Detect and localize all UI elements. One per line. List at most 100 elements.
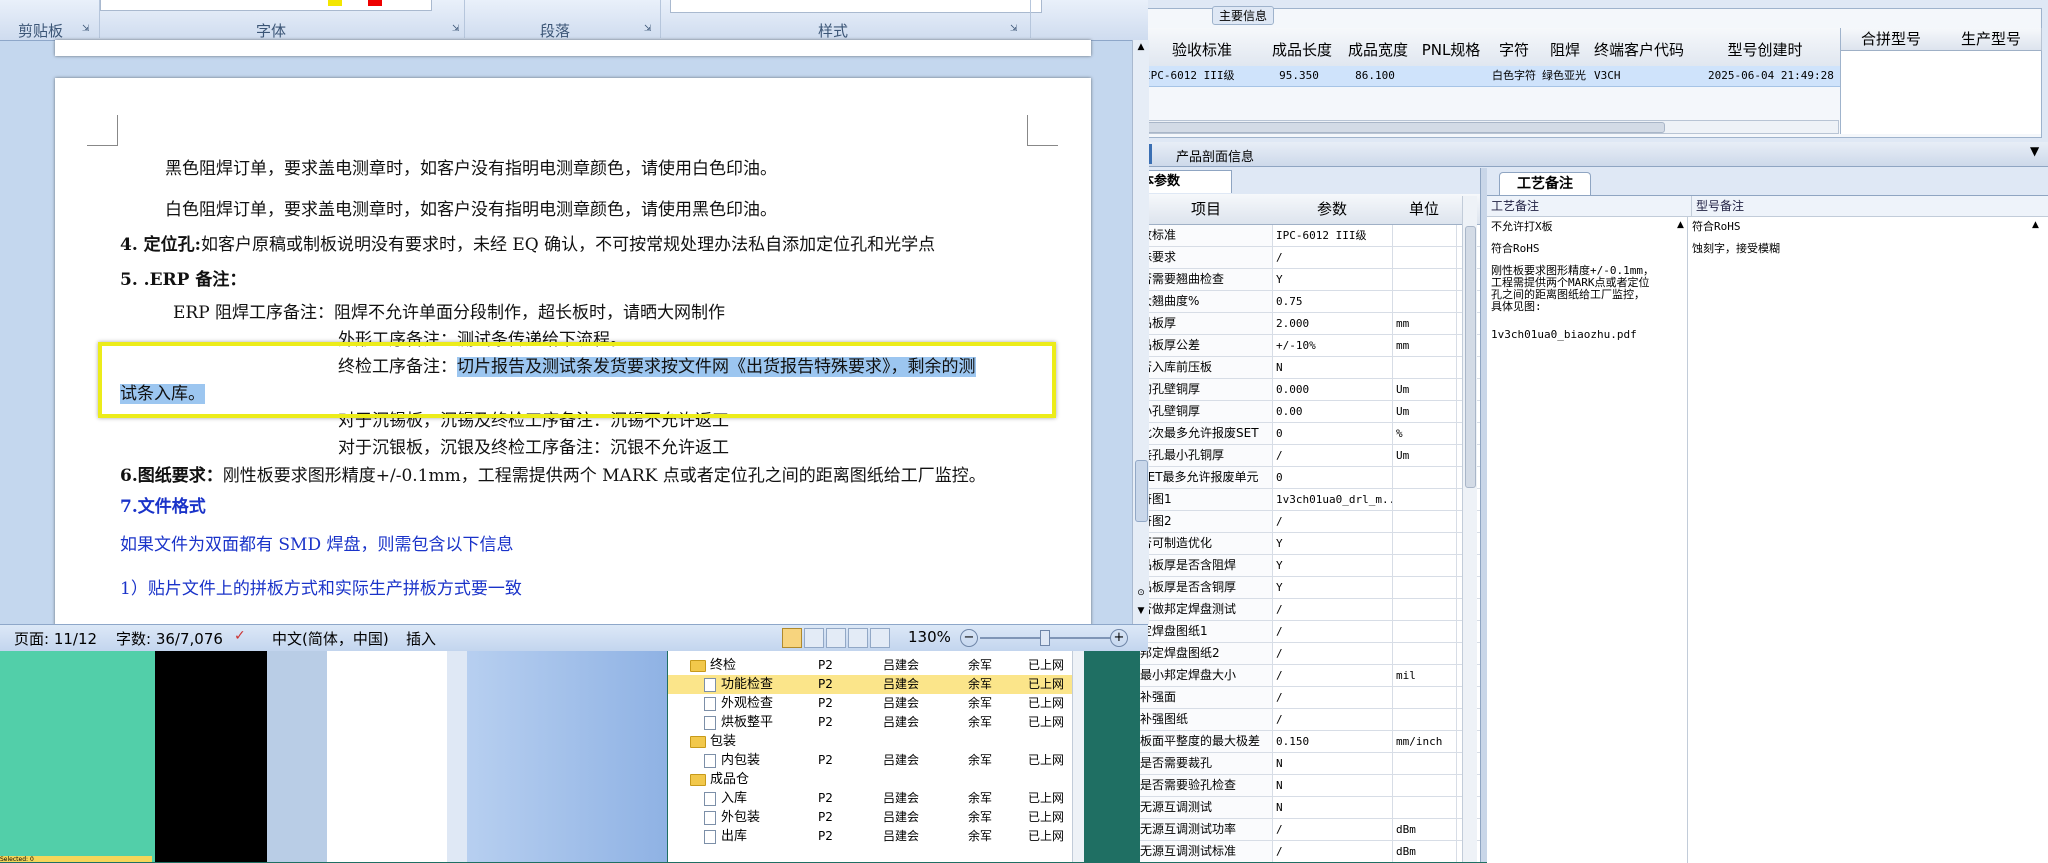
prop-row[interactable]: 否入库前压板NY <box>1140 357 1480 379</box>
tree-node[interactable]: 功能检查 <box>704 675 773 694</box>
tree-row[interactable]: 终检 P2 吕建会 余军 已上网 <box>668 656 1083 675</box>
paragraph-tools[interactable] <box>470 0 580 10</box>
prop-row[interactable]: 定焊盘图纸1/Y <box>1140 621 1480 643</box>
reading-view-icon[interactable] <box>804 628 824 648</box>
prop-row[interactable]: 殊要求/Y <box>1140 247 1480 269</box>
prop-row[interactable]: 否做邦定焊盘测试/Y <box>1140 599 1480 621</box>
prop-value[interactable]: 0 <box>1274 467 1393 488</box>
tab-craft-notes[interactable]: 工艺备注 <box>1499 172 1591 195</box>
print-layout-icon[interactable] <box>782 628 802 648</box>
tree-node[interactable]: 终检 <box>690 656 736 675</box>
tree-node[interactable]: 成品仓 <box>690 770 749 789</box>
grid-hscroll[interactable] <box>1140 120 1839 134</box>
prop-value[interactable]: / <box>1274 511 1393 532</box>
prop-row[interactable]: 品板厚2.000mmY <box>1140 313 1480 335</box>
prop-value[interactable]: 1v3ch01ua0_drl_m... <box>1274 489 1393 510</box>
draft-view-icon[interactable] <box>870 628 890 648</box>
prop-row[interactable]: 邦定焊盘图纸2/Y <box>1140 643 1480 665</box>
prop-value[interactable]: Y <box>1274 555 1393 576</box>
prop-value[interactable]: +/-10% <box>1274 335 1393 356</box>
zoom-in-icon[interactable]: + <box>1110 629 1128 647</box>
prop-row[interactable]: 符图2/Y <box>1140 511 1480 533</box>
tree-row[interactable]: 出库 P2 吕建会 余军 已上网 <box>668 827 1083 846</box>
document-page[interactable]: 黑色阻焊订单，要求盖电测章时，如客户没有指明电测章颜色，请使用白色印油。 白色阻… <box>55 78 1091 626</box>
prop-value[interactable]: 0.00 <box>1274 401 1393 422</box>
font-box[interactable] <box>100 0 432 11</box>
web-layout-icon[interactable] <box>826 628 846 648</box>
prop-row[interactable]: 品板厚是否含铜厚YY <box>1140 577 1480 599</box>
tree-node[interactable]: 出库 <box>704 827 747 846</box>
tree-node[interactable]: 外包装 <box>704 808 760 827</box>
prop-row[interactable]: 均孔壁铜厚0.000UmY <box>1140 379 1480 401</box>
dropdown-arrow-icon[interactable]: ▼ <box>2030 144 2039 158</box>
tree-row[interactable]: 入库 P2 吕建会 余军 已上网 <box>668 789 1083 808</box>
tree-row[interactable]: 外包装 P2 吕建会 余军 已上网 <box>668 808 1083 827</box>
prop-value[interactable]: / <box>1274 665 1393 686</box>
prop-row[interactable]: 最小邦定焊盘大小/milY <box>1140 665 1480 687</box>
tree-row[interactable]: 外观检查 P2 吕建会 余军 已上网 <box>668 694 1083 713</box>
prop-value[interactable]: 0.150 <box>1274 731 1393 752</box>
prop-value[interactable]: / <box>1274 445 1393 466</box>
prop-value[interactable]: / <box>1274 643 1393 664</box>
tree-node[interactable]: 包装 <box>690 732 736 751</box>
proofing-icon[interactable]: ✓ <box>234 628 254 646</box>
prop-row[interactable]: 收标准IPC-6012 III级Y <box>1140 225 1480 247</box>
prop-value[interactable]: N <box>1274 753 1393 774</box>
prev-page-icon[interactable]: ⊙ <box>1135 588 1147 600</box>
prop-row[interactable]: 无源互调测试标准/dBmY <box>1140 841 1480 862</box>
prop-row[interactable]: 板面平整度的最大极差0.150mm/inchY <box>1140 731 1480 753</box>
doc-vscroll[interactable]: ▲ ⊙ ▼ <box>1132 40 1149 624</box>
prop-col-param[interactable]: 参数 <box>1272 194 1393 225</box>
styles-launcher-icon[interactable]: ⇲ <box>1010 24 1018 34</box>
prop-row[interactable]: 符图11v3ch01ua0_drl_m...Y <box>1140 489 1480 511</box>
prop-row[interactable]: 接孔最小孔铜厚/UmY <box>1140 445 1480 467</box>
tree-row[interactable]: 烘板整平 P2 吕建会 余军 已上网 <box>668 713 1083 732</box>
prop-value[interactable]: Y <box>1274 577 1393 598</box>
prop-value[interactable]: N <box>1274 797 1393 818</box>
tree-node[interactable]: 内包装 <box>704 751 760 770</box>
prop-row[interactable]: 小孔壁铜厚0.00UmY <box>1140 401 1480 423</box>
status-language[interactable]: 中文(简体，中国) <box>272 628 389 649</box>
font-launcher-icon[interactable]: ⇲ <box>452 24 460 34</box>
prop-row[interactable]: 否需要翘曲检查YY <box>1140 269 1480 291</box>
doc-vscroll-thumb[interactable] <box>1135 460 1148 522</box>
prop-vscroll-thumb[interactable] <box>1465 226 1476 488</box>
col-prod-model[interactable]: 生产型号 <box>1941 28 2042 51</box>
font-color-icon[interactable] <box>368 0 382 6</box>
prop-vscroll[interactable] <box>1462 196 1477 862</box>
prop-row[interactable]: 否可制造优化YY <box>1140 533 1480 555</box>
prop-row[interactable]: SET最多允许报废单元0Y <box>1140 467 1480 489</box>
outline-view-icon[interactable] <box>848 628 868 648</box>
prop-value[interactable]: / <box>1274 819 1393 840</box>
tree-row[interactable]: 内包装 P2 吕建会 余军 已上网 <box>668 751 1083 770</box>
prop-value[interactable]: 0.75 <box>1274 291 1393 312</box>
prop-value[interactable]: IPC-6012 III级 <box>1274 225 1393 246</box>
prop-value[interactable]: 0 <box>1274 423 1393 444</box>
tree-row[interactable]: 包装 <box>668 732 1083 751</box>
prop-value[interactable]: / <box>1274 621 1393 642</box>
prop-row[interactable]: 大翘曲度%0.75Y <box>1140 291 1480 313</box>
prop-row[interactable]: 品板厚是否含阻焊YY <box>1140 555 1480 577</box>
tree-row[interactable]: 功能检查 P2 吕建会 余军 已上网 <box>668 675 1083 694</box>
prop-value[interactable]: 2.000 <box>1274 313 1393 334</box>
status-words[interactable]: 字数: 36/7,076 <box>116 628 223 649</box>
highlight-icon[interactable] <box>328 0 342 6</box>
prop-row[interactable]: 是否需要裁孔NY <box>1140 753 1480 775</box>
status-insert-mode[interactable]: 插入 <box>406 628 436 649</box>
scroll-up-icon[interactable]: ▲ <box>2032 220 2039 230</box>
tab-basic-params[interactable]: 本参数 <box>1140 170 1232 193</box>
prop-value[interactable]: / <box>1274 709 1393 730</box>
prop-value[interactable]: Y <box>1274 269 1393 290</box>
tree-node[interactable]: 入库 <box>704 789 747 808</box>
zoom-level[interactable]: 130% <box>908 628 951 646</box>
grid-hscroll-thumb[interactable] <box>1143 122 1665 133</box>
col-merge-model[interactable]: 合拼型号 <box>1841 28 1942 51</box>
prop-col-item[interactable]: 项目 <box>1140 194 1273 225</box>
tree-node[interactable]: 烘板整平 <box>704 713 773 732</box>
scroll-up-icon[interactable]: ▲ <box>1677 220 1684 230</box>
zoom-out-icon[interactable]: − <box>960 629 978 647</box>
clipboard-launcher-icon[interactable]: ⇲ <box>82 24 90 34</box>
status-page[interactable]: 页面: 11/12 <box>14 628 97 649</box>
prop-row[interactable]: 无源互调测试功率/dBmY <box>1140 819 1480 841</box>
prop-value[interactable]: / <box>1274 599 1393 620</box>
